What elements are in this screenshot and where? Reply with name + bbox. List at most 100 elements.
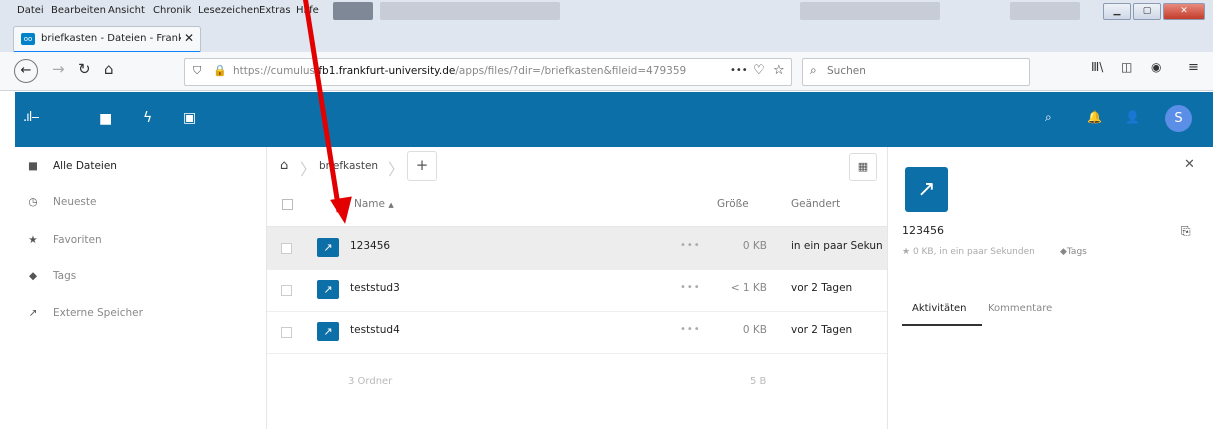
nextcloud-logo-icon[interactable]: .ıl‒: [23, 110, 40, 125]
search-icon: ⌕: [810, 63, 817, 77]
sidebar-item-label: Alle Dateien: [53, 160, 117, 172]
menu-extras[interactable]: Extras: [259, 5, 291, 16]
page-actions-icon[interactable]: •••: [730, 65, 748, 76]
search-field[interactable]: ⌕ Suchen: [802, 58, 1030, 86]
tab-activities[interactable]: Aktivitäten: [912, 303, 967, 314]
menu-ansicht[interactable]: Ansicht: [108, 5, 145, 16]
details-panel: ✕ ↗ 123456 ⎘ ★ 0 KB, in ein paar Sekunde…: [887, 147, 1213, 429]
breadcrumb-separator: 〉: [388, 160, 405, 179]
hamburger-menu-icon[interactable]: ≡: [1188, 60, 1199, 75]
more-actions-icon[interactable]: •••: [680, 324, 701, 335]
home-icon[interactable]: ⌂: [280, 158, 288, 173]
sidebar: ■ Alle Dateien ◷ Neueste ★ Favoriten ◆ Tags …: [15, 147, 267, 429]
sidebar-item-label: Favoriten: [53, 234, 102, 246]
sidebar-item-tags[interactable]: ◆ Tags: [25, 270, 76, 282]
avatar[interactable]: S: [1165, 105, 1192, 132]
sidebar-toggle-icon[interactable]: ◫: [1121, 60, 1132, 74]
row-checkbox[interactable]: [281, 243, 292, 254]
sidebar-item-all-files[interactable]: ■ Alle Dateien: [25, 160, 117, 172]
total-size: 5 B: [750, 376, 767, 387]
file-name[interactable]: teststud3: [350, 282, 400, 294]
file-name[interactable]: teststud4: [350, 324, 400, 336]
gallery-app-icon[interactable]: ▣: [183, 110, 196, 126]
breadcrumb-separator: 〉: [300, 160, 317, 179]
blurred-title: [800, 2, 940, 20]
tab-comments[interactable]: Kommentare: [988, 303, 1052, 314]
folder-count: 3 Ordner: [348, 376, 393, 387]
files-app-icon[interactable]: ■: [99, 111, 112, 127]
tags-link[interactable]: ◆Tags: [1060, 247, 1087, 257]
activity-app-icon[interactable]: ϟ: [143, 110, 152, 126]
maximize-button[interactable]: ▢: [1133, 3, 1161, 20]
file-modified: in ein paar Sekunden: [791, 240, 883, 252]
forward-button[interactable]: →: [52, 60, 65, 78]
library-icon[interactable]: Ⅲ\: [1091, 60, 1103, 74]
tab-bar: oo briefkasten - Dateien - Frankfu ✕: [0, 22, 1213, 53]
more-actions-icon[interactable]: •••: [680, 282, 701, 293]
column-header-modified[interactable]: Geändert: [791, 198, 840, 210]
grid-view-toggle-icon[interactable]: ▦: [849, 153, 877, 181]
active-tab-indicator: [902, 324, 982, 326]
shared-folder-icon[interactable]: ↗: [317, 238, 339, 257]
star-icon: ★: [28, 234, 38, 246]
menu-lesezeichen[interactable]: Lesezeichen: [198, 5, 259, 16]
tag-icon: ◆: [28, 270, 38, 282]
window-close-button[interactable]: ✕: [1163, 3, 1205, 20]
table-row[interactable]: ↗ teststud3 ••• < 1 KB vor 2 Tagen: [267, 269, 887, 312]
bookmark-star-icon[interactable]: ☆: [773, 63, 785, 78]
lock-icon[interactable]: 🔒: [213, 64, 227, 77]
notifications-bell-icon[interactable]: 🔔: [1087, 110, 1102, 124]
file-size: 0 KB: [742, 324, 767, 336]
details-title: 123456: [902, 224, 944, 237]
shield-icon[interactable]: ⛉: [193, 64, 201, 78]
file-modified: vor 2 Tagen: [791, 324, 853, 336]
shared-folder-icon: ↗: [905, 167, 948, 212]
select-all-checkbox[interactable]: [282, 199, 293, 210]
account-icon[interactable]: ◉: [1151, 60, 1161, 74]
menu-bar: Datei Bearbeiten Ansicht Chronik Lesezei…: [0, 0, 1213, 22]
file-size: 0 KB: [742, 240, 767, 252]
sidebar-item-label: Externe Speicher: [53, 307, 143, 319]
menu-chronik[interactable]: Chronik: [153, 5, 191, 16]
close-icon[interactable]: ✕: [1184, 157, 1195, 172]
folder-icon: ■: [28, 160, 38, 172]
url-bar[interactable]: ⛉ 🔒 https://cumulus.fb1.frankfurt-univer…: [184, 58, 792, 86]
contacts-icon[interactable]: 👤: [1125, 110, 1140, 124]
more-actions-icon[interactable]: •••: [680, 240, 701, 251]
column-header-name[interactable]: Name ▲: [354, 198, 394, 210]
sidebar-item-label: Tags: [53, 270, 77, 282]
reload-button[interactable]: ↻: [78, 60, 91, 78]
file-name[interactable]: 123456: [350, 240, 390, 252]
sidebar-item-favorites[interactable]: ★ Favoriten: [25, 234, 102, 246]
home-button[interactable]: ⌂: [104, 60, 114, 78]
clock-icon: ◷: [28, 196, 38, 208]
table-row[interactable]: ↗ 123456 ••• 0 KB in ein paar Sekunden: [267, 227, 887, 270]
copy-link-icon[interactable]: ⎘: [1181, 224, 1191, 239]
column-header-size[interactable]: Größe: [717, 198, 749, 210]
file-modified: vor 2 Tagen: [791, 282, 853, 294]
sidebar-item-recent[interactable]: ◷ Neueste: [25, 196, 96, 208]
menu-bearbeiten[interactable]: Bearbeiten: [51, 5, 106, 16]
nextcloud-favicon-icon: oo: [21, 33, 35, 45]
blurred-title: [333, 2, 373, 20]
blurred-title: [380, 2, 560, 20]
tab-title: briefkasten - Dateien - Frankfu: [41, 33, 181, 44]
browser-window: Datei Bearbeiten Ansicht Chronik Lesezei…: [0, 0, 1213, 429]
browser-tab[interactable]: oo briefkasten - Dateien - Frankfu ✕: [13, 26, 201, 53]
external-icon: ↗: [28, 307, 38, 319]
shared-folder-icon[interactable]: ↗: [317, 322, 339, 341]
sidebar-item-external-storage[interactable]: ↗ Externe Speicher: [25, 307, 143, 319]
search-icon[interactable]: ⌕: [1045, 110, 1052, 125]
shared-folder-icon[interactable]: ↗: [317, 280, 339, 299]
back-button[interactable]: ←: [14, 59, 38, 83]
tab-close-icon[interactable]: ✕: [184, 31, 194, 45]
minimize-button[interactable]: ▁: [1103, 3, 1131, 20]
row-checkbox[interactable]: [281, 285, 292, 296]
table-row[interactable]: ↗ teststud4 ••• 0 KB vor 2 Tagen: [267, 311, 887, 354]
file-size: < 1 KB: [730, 282, 767, 294]
add-new-button[interactable]: +: [407, 151, 437, 181]
url-text[interactable]: https://cumulus.fb1.frankfurt-university…: [233, 65, 686, 77]
pocket-icon[interactable]: ♡: [753, 63, 765, 78]
row-checkbox[interactable]: [281, 327, 292, 338]
menu-datei[interactable]: Datei: [17, 5, 44, 16]
